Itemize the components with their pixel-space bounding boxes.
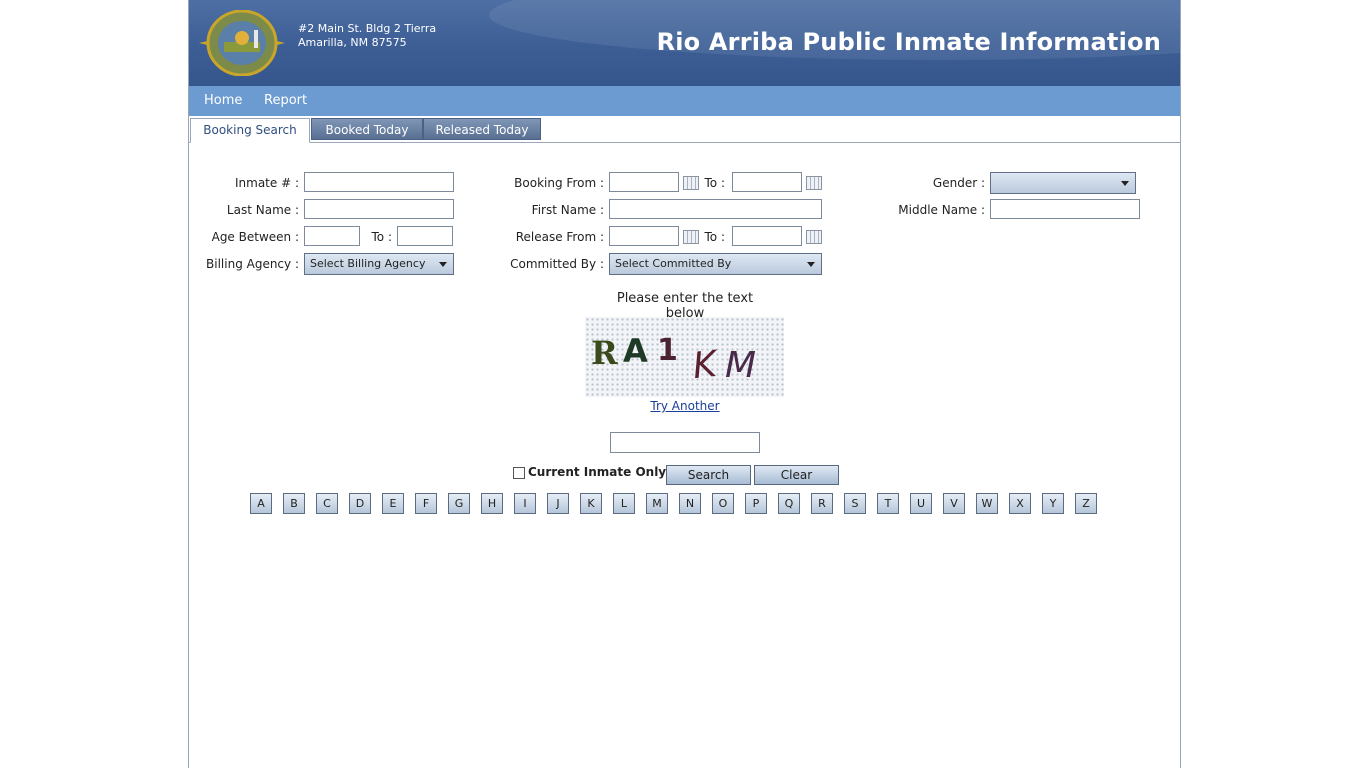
letter-filter-button[interactable]: F (415, 493, 437, 514)
age-between-label: Age Between : (211, 230, 299, 244)
billing-agency-value: Select Billing Agency (310, 257, 426, 270)
letter-filter-button[interactable]: D (349, 493, 371, 514)
tab-booked-today[interactable]: Booked Today (311, 118, 423, 140)
letter-filter-button[interactable]: S (844, 493, 866, 514)
letter-filter-button[interactable]: M (646, 493, 668, 514)
captcha-image: R A 1 K M (585, 317, 784, 397)
svg-text:1: 1 (657, 333, 678, 368)
committed-by-label: Committed By : (510, 257, 604, 271)
page-frame: #2 Main St. Bldg 2 Tierra Amarilla, NM 8… (188, 0, 1181, 768)
first-name-input[interactable] (609, 199, 822, 219)
letter-filter-button[interactable]: P (745, 493, 767, 514)
release-to-label: To : (704, 230, 726, 244)
booking-from-label: Booking From : (514, 176, 604, 190)
svg-text:K: K (691, 344, 721, 387)
letter-filter-button[interactable]: A (250, 493, 272, 514)
calendar-icon[interactable] (806, 176, 822, 190)
captcha-text-graphic: R A 1 K M (591, 332, 756, 387)
chevron-down-icon (1121, 181, 1129, 186)
clear-button[interactable]: Clear (754, 465, 839, 485)
county-seal-logo (199, 10, 285, 76)
age-to-label: To : (371, 230, 393, 244)
inmate-number-input[interactable] (304, 172, 454, 192)
letter-filter-button[interactable]: K (580, 493, 602, 514)
letter-filter-button[interactable]: O (712, 493, 734, 514)
first-name-label: First Name : (531, 203, 604, 217)
captcha-input[interactable] (610, 432, 760, 453)
main-nav: Home Report (189, 86, 1180, 116)
billing-agency-label: Billing Agency : (206, 257, 299, 271)
county-address: #2 Main St. Bldg 2 Tierra Amarilla, NM 8… (298, 22, 436, 50)
current-inmate-checkbox[interactable] (513, 467, 525, 479)
age-to-input[interactable] (397, 226, 453, 246)
letter-filter-button[interactable]: U (910, 493, 932, 514)
letter-filter-button[interactable]: X (1009, 493, 1031, 514)
letter-filter-button[interactable]: V (943, 493, 965, 514)
booking-from-input[interactable] (609, 172, 679, 192)
address-line-2: Amarilla, NM 87575 (298, 36, 407, 49)
middle-name-input[interactable] (990, 199, 1140, 219)
letter-filter-button[interactable]: R (811, 493, 833, 514)
letter-filter-button[interactable]: H (481, 493, 503, 514)
age-from-input[interactable] (304, 226, 360, 246)
letter-filter-button[interactable]: L (613, 493, 635, 514)
letter-filter-button[interactable]: B (283, 493, 305, 514)
letter-filter-button[interactable]: N (679, 493, 701, 514)
letter-filter-button[interactable]: T (877, 493, 899, 514)
letter-filter-button[interactable]: Q (778, 493, 800, 514)
committed-by-select[interactable]: Select Committed By (609, 253, 822, 275)
release-from-label: Release From : (515, 230, 604, 244)
search-button[interactable]: Search (666, 465, 751, 485)
letter-filter-button[interactable]: I (514, 493, 536, 514)
svg-text:A: A (623, 332, 648, 370)
nav-home-link[interactable]: Home (204, 93, 242, 108)
app-title: Rio Arriba Public Inmate Information (656, 28, 1161, 56)
svg-text:R: R (591, 334, 618, 372)
calendar-icon[interactable] (806, 230, 822, 244)
tab-released-today[interactable]: Released Today (423, 118, 541, 140)
tab-booking-search[interactable]: Booking Search (190, 118, 310, 143)
tab-strip: Booking Search Booked Today Released Tod… (189, 116, 1180, 143)
svg-text:M: M (725, 345, 756, 386)
booking-to-label: To : (704, 176, 726, 190)
calendar-icon[interactable] (683, 230, 699, 244)
letter-filter-button[interactable]: E (382, 493, 404, 514)
letter-filter-button[interactable]: W (976, 493, 998, 514)
release-from-input[interactable] (609, 226, 679, 246)
letter-filter-button[interactable]: Z (1075, 493, 1097, 514)
last-name-label: Last Name : (226, 203, 299, 217)
current-inmate-label: Current Inmate Only (528, 465, 667, 479)
booking-to-input[interactable] (732, 172, 802, 192)
letter-filter-button[interactable]: Y (1042, 493, 1064, 514)
address-line-1: #2 Main St. Bldg 2 Tierra (298, 22, 437, 35)
letter-filter-button[interactable]: J (547, 493, 569, 514)
middle-name-label: Middle Name : (898, 203, 985, 217)
gender-label: Gender : (932, 176, 985, 190)
calendar-icon[interactable] (683, 176, 699, 190)
chevron-down-icon (807, 262, 815, 267)
committed-by-value: Select Committed By (615, 257, 732, 270)
gender-select[interactable] (990, 172, 1136, 194)
letter-filter-button[interactable]: C (316, 493, 338, 514)
site-header: #2 Main St. Bldg 2 Tierra Amarilla, NM 8… (189, 0, 1180, 86)
billing-agency-select[interactable]: Select Billing Agency (304, 253, 454, 275)
release-to-input[interactable] (732, 226, 802, 246)
chevron-down-icon (439, 262, 447, 267)
letter-filter-button[interactable]: G (448, 493, 470, 514)
inmate-number-label: Inmate # : (234, 176, 299, 190)
try-another-link[interactable]: Try Another (635, 399, 735, 413)
last-name-input[interactable] (304, 199, 454, 219)
nav-report-link[interactable]: Report (264, 93, 307, 108)
